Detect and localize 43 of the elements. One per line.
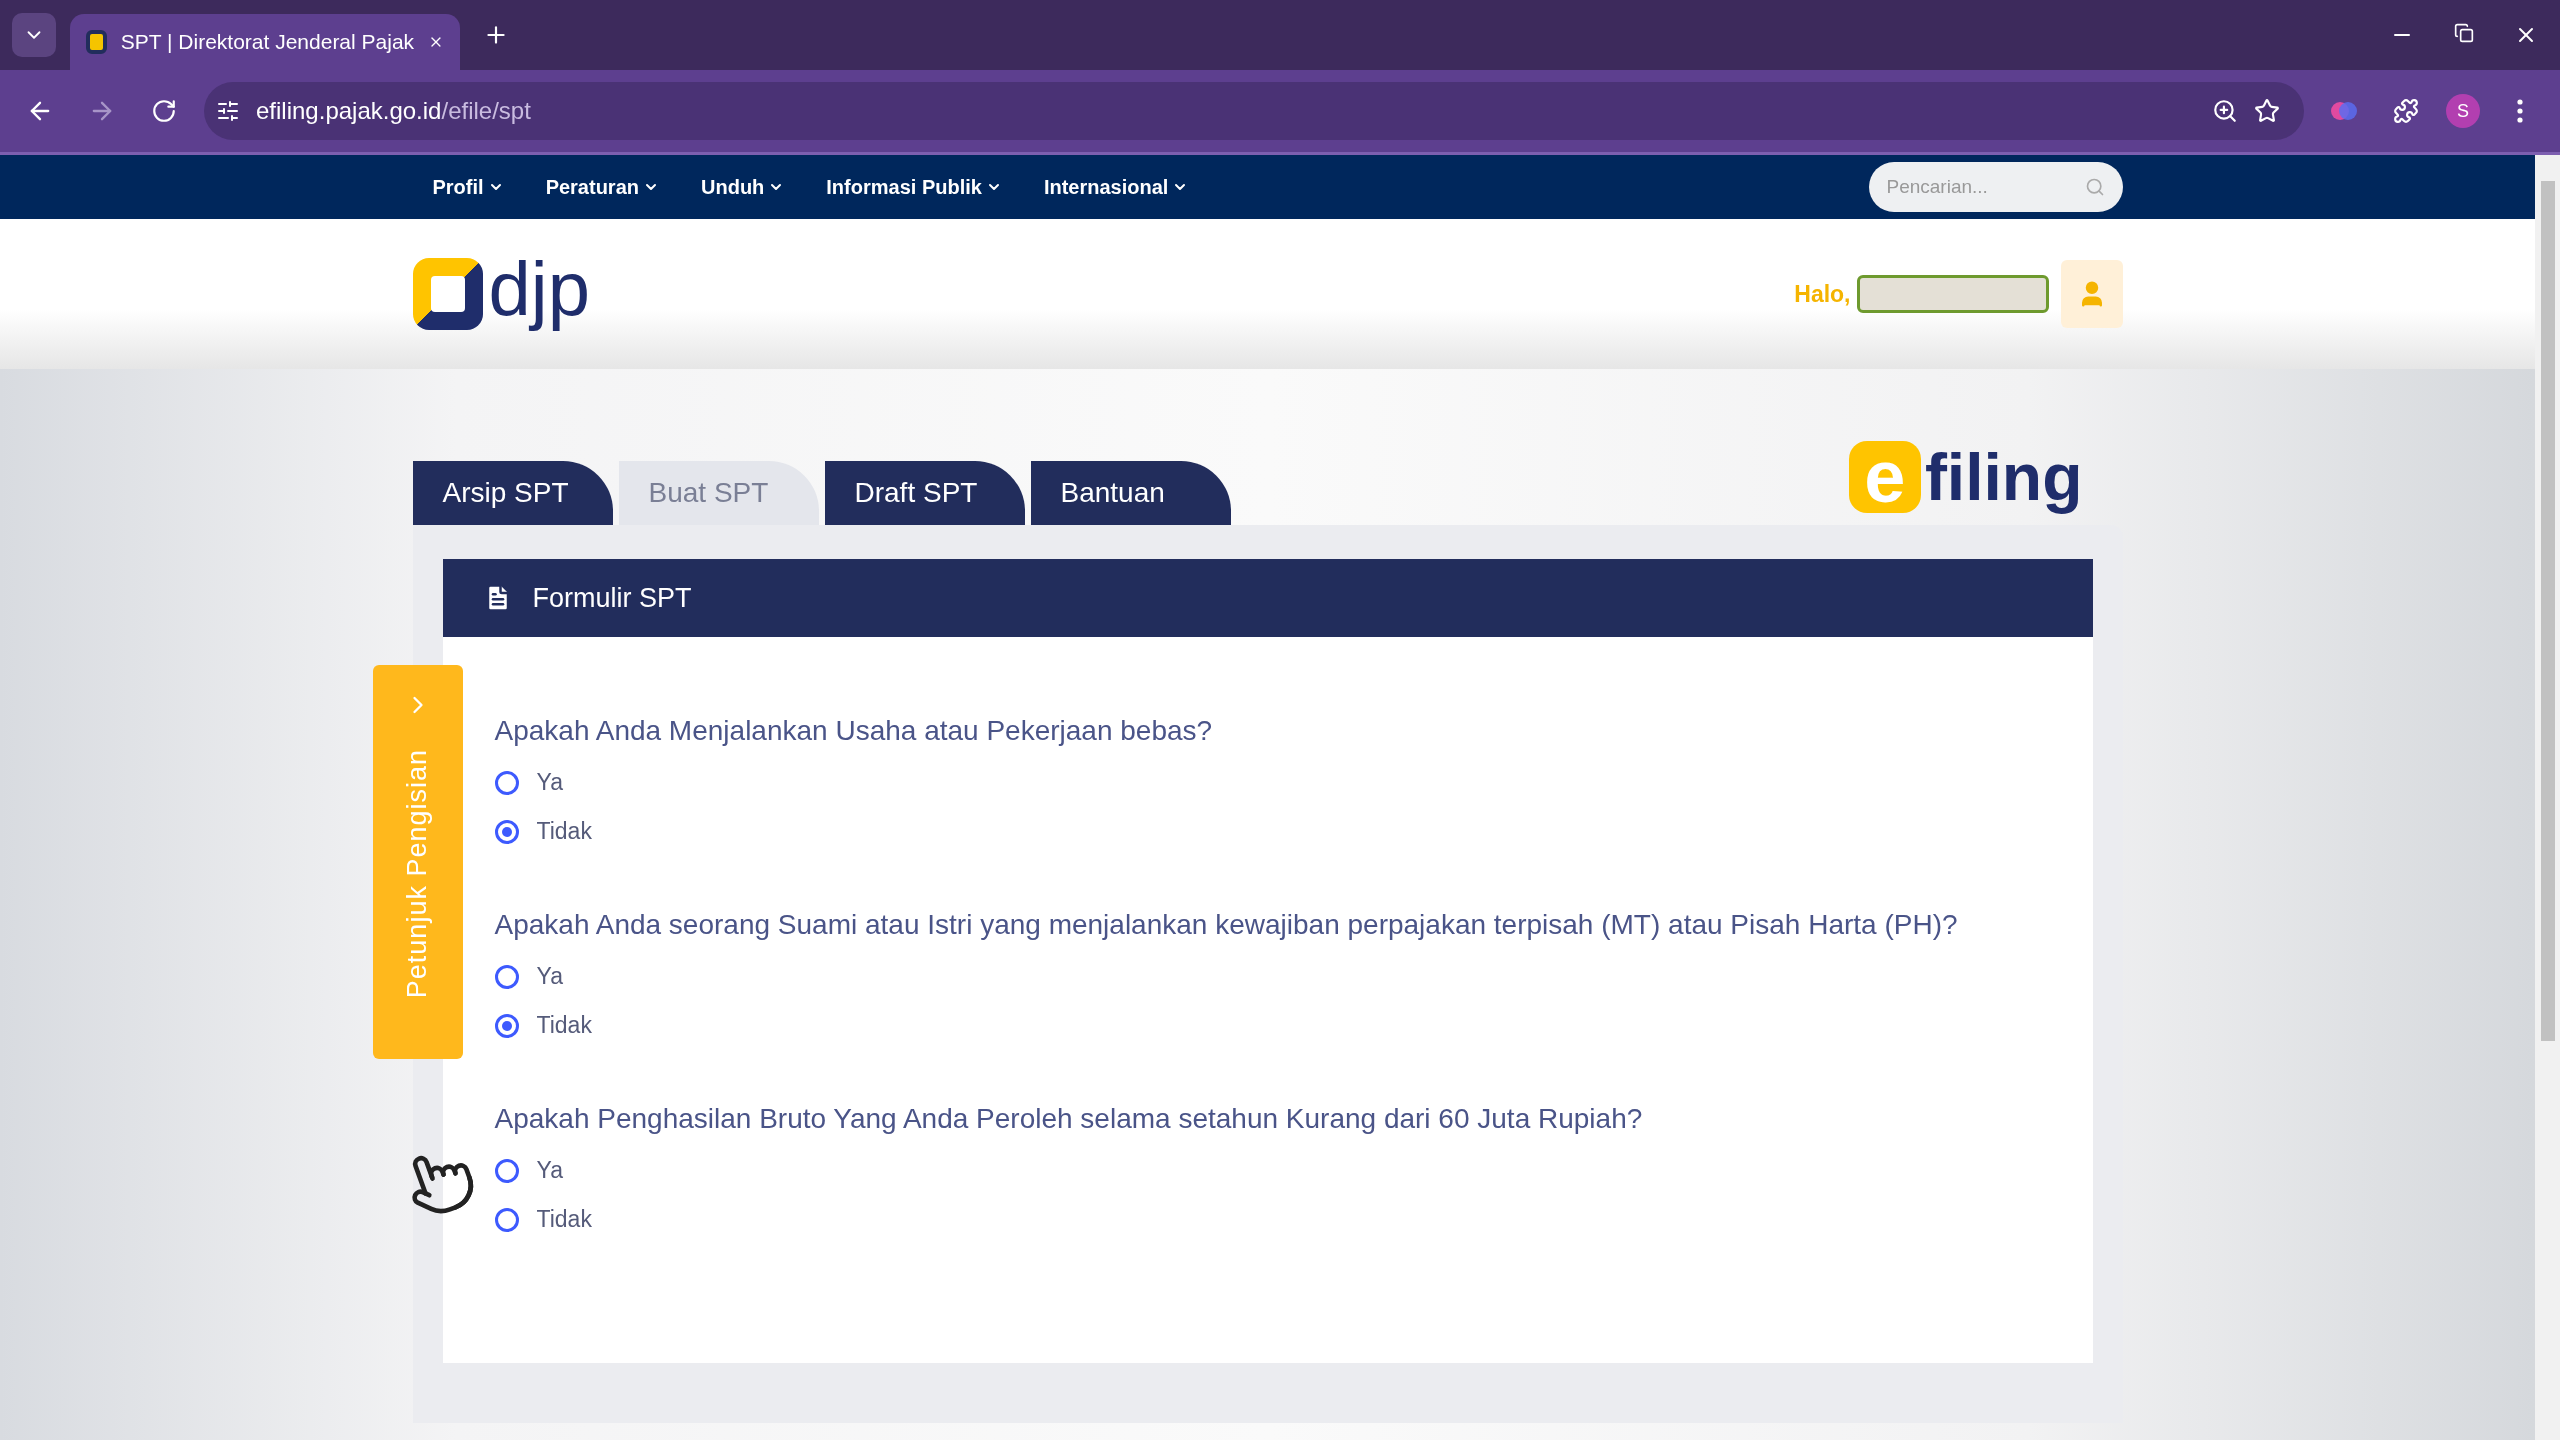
tab[interactable]: Arsip SPT [412,461,613,525]
user-name-field[interactable] [1856,275,2049,313]
radio-option[interactable]: Tidak [494,1206,592,1233]
nav-menu-item[interactable]: Unduh [701,175,785,199]
nav-menu-item[interactable]: Profil [432,175,504,199]
menu-icon [2517,99,2523,123]
radio-button[interactable] [494,1158,519,1183]
site-settings-icon[interactable] [216,99,240,123]
tab[interactable]: Bantuan [1030,461,1231,525]
browser-tab[interactable]: SPT | Direktorat Jenderal Pajak [70,14,460,70]
tab-search-button[interactable] [12,13,56,57]
search-field[interactable]: Pencarian... [1868,162,2123,212]
efiling-logo-mark: e [1848,441,1921,513]
address-bar[interactable]: efiling.pajak.go.id/efile/spt [204,82,2304,140]
greeting-text: Halo, [1794,280,1851,308]
efiling-logo-text: filing [1924,439,2083,515]
site-favicon-icon [86,30,107,54]
radio-option[interactable]: Tidak [494,1012,592,1039]
card-title: Formulir SPT [532,582,692,614]
radio-option[interactable]: Tidak [494,818,592,845]
radio-button[interactable] [494,964,519,989]
question-text: Apakah Anda Menjalankan Usaha atau Pekerjaan bebas? [494,715,1214,747]
radio-option[interactable]: Ya [494,963,563,990]
radio-button[interactable] [494,770,519,795]
radio-button[interactable] [494,819,519,844]
puzzle-icon [2393,98,2419,124]
search-icon [2084,177,2105,197]
restore-icon[interactable] [2454,23,2474,43]
radio-option[interactable]: Ya [494,769,563,796]
radio-button[interactable] [494,1013,519,1038]
profile-avatar[interactable]: S [2446,94,2480,128]
question-text: Apakah Anda seorang Suami atau Istri yang menjalankan kewajiban perpajakan terpisah (MT) atau Pisah Harta (PH)? [494,909,1959,941]
logo-mark-icon [412,258,483,330]
tab[interactable]: Draft SPT [824,461,1025,525]
bookmark-star-icon[interactable] [2254,98,2280,124]
reload-icon [151,98,177,124]
question-text: Apakah Penghasilan Bruto Yang Anda Peroleh selama setahun Kurang dari 60 Juta Rupiah? [494,1103,1644,1135]
zoom-icon[interactable] [2212,98,2238,124]
nav-menu-item[interactable]: Internasional [1043,175,1189,199]
radio-button[interactable] [494,1207,519,1232]
radio-option[interactable]: Ya [494,1157,563,1184]
nav-menu-item[interactable]: Informasi Publik [826,175,1002,199]
nav-menu-item[interactable]: Peraturan [545,175,659,199]
